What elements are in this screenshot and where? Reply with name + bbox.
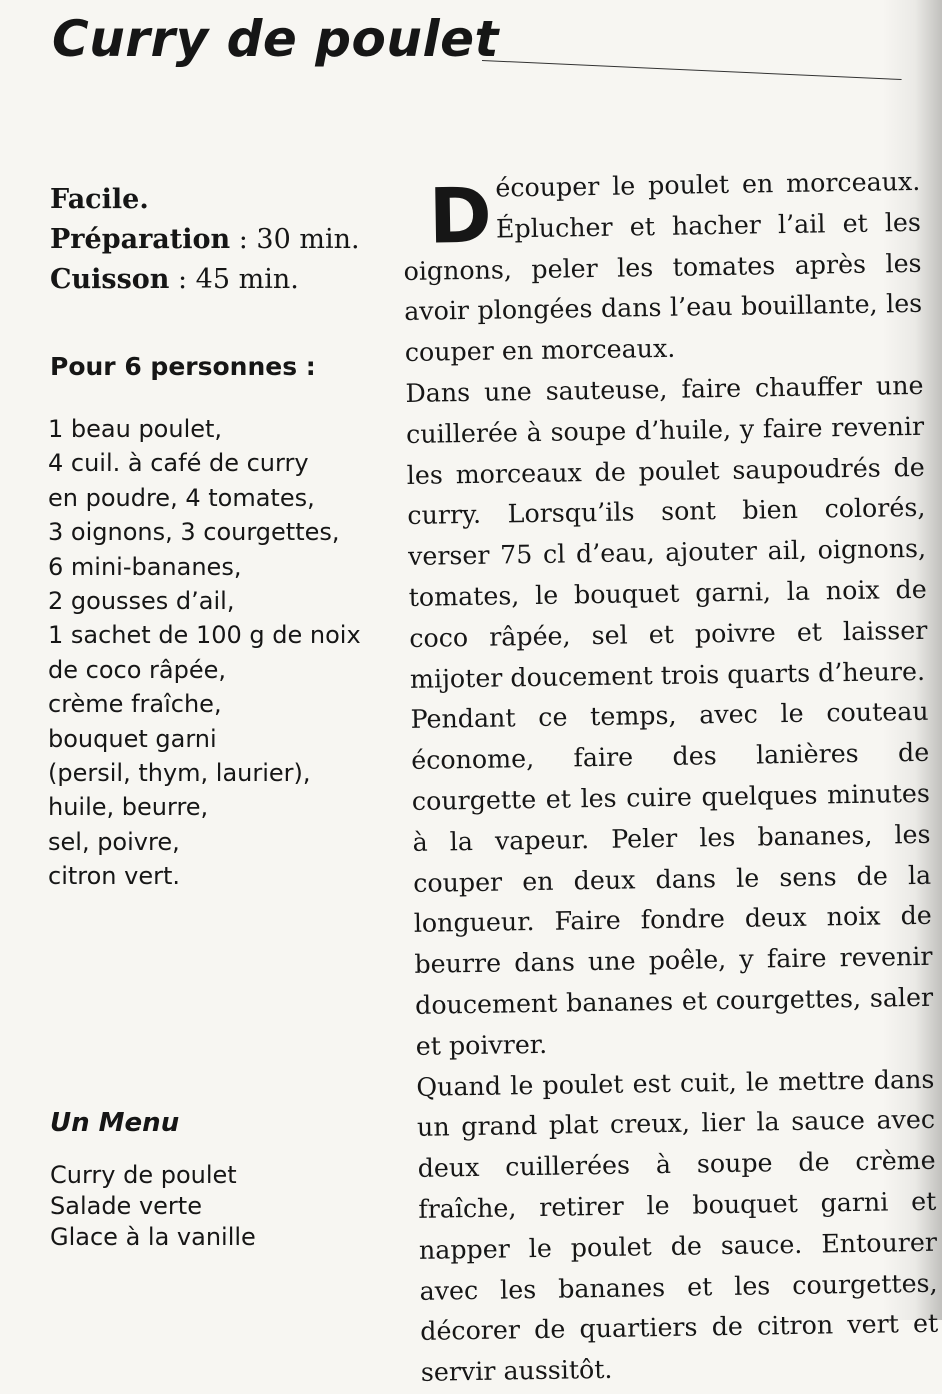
prep-label: Préparation (50, 224, 231, 255)
ingredient-item: sel, poivre, (48, 827, 180, 856)
ingredient-item: crème fraîche, (48, 690, 222, 719)
ingredient-item: 4 cuil. à café de curry (48, 449, 309, 478)
ingredient-item: 3 oignons, 3 courgettes, (48, 518, 340, 547)
recipe-title: Curry de poulet (52, 10, 499, 68)
menu-heading: Un Menu (50, 1108, 180, 1138)
ingredient-item: huile, beurre, (48, 793, 209, 822)
ingredient-item: bouquet garni (48, 724, 217, 753)
ingredient-list: 1 beau poulet, 4 cuil. à café de curry e… (48, 412, 361, 894)
cook-label: Cuisson (50, 264, 170, 295)
ingredient-item: 2 gousses d’ail, (48, 587, 235, 616)
instruction-paragraph: Dans une sauteuse, faire chauffer une cu… (405, 370, 928, 694)
menu-item: Glace à la vanille (50, 1223, 256, 1251)
drop-cap: D (428, 170, 493, 261)
recipe-meta: Facile. Préparation : 30 min. Cuisson : … (50, 180, 360, 300)
ingredient-item: (persil, thym, laurier), (48, 759, 311, 788)
ingredient-item: 1 sachet de 100 g de noix (48, 621, 361, 650)
instructions: Découper le poulet en morceaux. Éplucher… (402, 162, 939, 1394)
ingredient-item: 1 beau poulet, (48, 415, 223, 443)
ingredient-item: de coco râpée, (48, 655, 226, 684)
ingredient-item: citron vert. (48, 862, 181, 891)
instruction-paragraph: Quand le poulet est cuit, le mettre dans… (416, 1064, 939, 1387)
instruction-paragraph: Découper le poulet en morceaux. Éplucher… (402, 162, 923, 374)
instruction-paragraph: Pendant ce temps, avec le couteau économ… (410, 697, 934, 1061)
ingredient-item: 6 mini-bananes, (48, 552, 242, 581)
prep-value: : 30 min. (230, 224, 360, 255)
prep-time: Préparation : 30 min. (50, 220, 360, 260)
menu-item: Salade verte (50, 1192, 202, 1220)
cook-time: Cuisson : 45 min. (50, 260, 360, 300)
menu-list: Curry de poulet Salade verte Glace à la … (50, 1160, 256, 1253)
cook-value: : 45 min. (169, 264, 299, 295)
servings-heading: Pour 6 personnes : (50, 352, 316, 381)
title-rule (481, 60, 902, 81)
difficulty: Facile. (50, 184, 149, 215)
menu-item: Curry de poulet (50, 1161, 237, 1189)
ingredient-item: en poudre, 4 tomates, (48, 483, 315, 512)
